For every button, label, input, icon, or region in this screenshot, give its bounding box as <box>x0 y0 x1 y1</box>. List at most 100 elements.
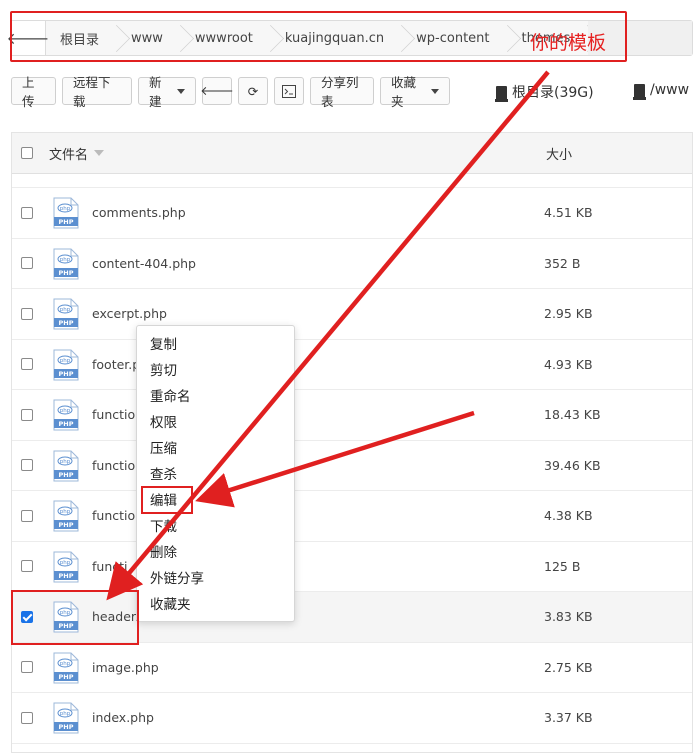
row-checkbox[interactable] <box>21 711 33 724</box>
column-header-size[interactable]: 大小 <box>546 144 572 163</box>
file-size: 4.93 KB <box>544 356 593 372</box>
php-file-icon: php PHP <box>53 349 79 380</box>
disk-icon <box>633 83 646 100</box>
table-row[interactable]: php PHP function 18.43 KB <box>12 390 692 441</box>
file-icon-text-bottom: PHP <box>59 673 74 681</box>
file-icon-text-top: php <box>60 711 71 717</box>
context-menu-item-compress[interactable]: 压缩 <box>137 436 294 462</box>
file-size: 4.51 KB <box>544 205 593 221</box>
file-icon-text-top: php <box>60 661 71 667</box>
file-icon-text-bottom: PHP <box>59 370 74 378</box>
table-row[interactable]: php PHP content-404.php 352 B <box>12 239 692 289</box>
caret-down-icon <box>177 88 185 94</box>
disk-root[interactable]: 根目录(39G) <box>495 82 594 102</box>
table-row[interactable]: php PHP footer.p 4.93 KB <box>12 340 692 390</box>
disk-label: 根目录(39G) <box>512 85 594 101</box>
context-menu-item-permissions[interactable]: 权限 <box>137 410 294 436</box>
terminal-icon[interactable] <box>274 77 304 105</box>
row-checkbox[interactable] <box>21 307 33 320</box>
file-size: 2.75 KB <box>544 659 593 675</box>
table-body: php PHP comments.php 4.51 KB php PHP content-4… <box>12 188 692 744</box>
php-file-icon: php PHP <box>53 450 79 481</box>
php-file-icon: php PHP <box>53 248 79 279</box>
file-icon-text-top: php <box>60 509 71 515</box>
context-menu-item-favorites[interactable]: 收藏夹 <box>137 592 294 618</box>
select-all-checkbox[interactable] <box>21 147 33 159</box>
row-checkbox[interactable] <box>21 206 33 219</box>
annotation-highlight-edit <box>141 486 193 514</box>
back-arrow-icon[interactable]: 🡐 <box>200 77 234 105</box>
sort-down-icon <box>94 150 105 156</box>
file-name[interactable]: comments.php <box>92 205 186 220</box>
remote-download-button[interactable]: 远程下载 <box>62 75 132 109</box>
file-icon-text-top: php <box>60 358 71 364</box>
context-menu-item-delete[interactable]: 删除 <box>137 540 294 566</box>
php-file-icon: php PHP <box>53 702 79 734</box>
row-checkbox[interactable] <box>21 509 33 522</box>
context-menu-item-cut[interactable]: 剪切 <box>137 358 294 384</box>
file-name[interactable]: functi <box>92 559 128 574</box>
table-row[interactable]: php PHP excerpt.php 2.95 KB <box>12 289 692 340</box>
php-file-icon: php PHP <box>53 500 79 532</box>
share-list-button[interactable]: 分享列表 <box>310 75 374 109</box>
file-table: 文件名 大小 php PHP comments.php 4.51 KB php PHP co… <box>11 132 693 753</box>
file-size: 2.95 KB <box>544 306 593 322</box>
column-header-name[interactable]: 文件名 <box>49 144 105 163</box>
php-file-icon: php PHP <box>53 399 79 431</box>
file-name[interactable]: index.php <box>92 710 154 725</box>
file-name[interactable]: image.php <box>92 660 159 675</box>
file-icon-text-bottom: PHP <box>59 521 74 529</box>
table-row[interactable]: php PHP functi 125 B <box>12 542 692 592</box>
file-icon-text-top: php <box>60 560 71 566</box>
context-menu-item-external-share[interactable]: 外链分享 <box>137 566 294 592</box>
file-size: 352 B <box>544 255 581 271</box>
file-size: 4.38 KB <box>544 508 593 524</box>
file-size: 3.37 KB <box>544 710 593 726</box>
context-menu-item-rename[interactable]: 重命名 <box>137 384 294 410</box>
file-icon-text-top: php <box>60 206 71 212</box>
disk-www[interactable]: /www <box>633 82 689 100</box>
context-menu: 复制 剪切 重命名 权限 压缩 查杀 编辑 下载 删除 外链分享 收藏夹 <box>136 325 295 622</box>
table-row[interactable]: php PHP comments.php 4.51 KB <box>12 188 692 239</box>
file-icon-text-top: php <box>60 307 71 313</box>
row-checkbox[interactable] <box>21 257 33 270</box>
file-name[interactable]: excerpt.php <box>92 306 167 321</box>
annotation-highlight-row <box>11 590 139 645</box>
table-row[interactable]: php PHP index.php 3.37 KB <box>12 693 692 744</box>
file-size: 3.83 KB <box>544 609 593 625</box>
row-checkbox[interactable] <box>21 661 33 674</box>
table-header: 文件名 大小 <box>12 133 692 174</box>
context-menu-item-scan[interactable]: 查杀 <box>137 462 294 488</box>
favorites-dropdown-button[interactable]: 收藏夹 <box>380 75 450 109</box>
file-name[interactable]: footer.p <box>92 357 140 372</box>
table-row[interactable]: php PHP image.php 2.75 KB <box>12 643 692 693</box>
row-checkbox[interactable] <box>21 459 33 472</box>
file-size: 18.43 KB <box>544 407 601 423</box>
table-row[interactable]: php PHP function 39.46 KB <box>12 441 692 491</box>
context-menu-item-copy[interactable]: 复制 <box>137 332 294 358</box>
annotation-label: 你的模板 <box>530 32 607 54</box>
file-icon-text-bottom: PHP <box>59 319 74 327</box>
table-row[interactable]: php PHP function 4.38 KB <box>12 491 692 542</box>
new-dropdown-button[interactable]: 新建 <box>138 75 196 109</box>
toolbar: 上传 远程下载 新建 🡐 ⟳ 分享列表 收藏夹 <box>11 75 450 109</box>
row-checkbox[interactable] <box>21 408 33 421</box>
new-button-label: 新建 <box>149 75 162 109</box>
file-size: 39.46 KB <box>544 457 601 473</box>
file-icon-text-bottom: PHP <box>59 723 74 731</box>
file-icon-text-bottom: PHP <box>59 471 74 479</box>
file-icon-text-top: php <box>60 408 71 414</box>
row-checkbox[interactable] <box>21 358 33 371</box>
caret-down-icon <box>431 88 439 94</box>
file-icon-text-top: php <box>60 257 71 263</box>
row-checkbox[interactable] <box>21 560 33 573</box>
context-menu-item-download[interactable]: 下载 <box>137 514 294 540</box>
column-header-name-label: 文件名 <box>49 147 89 163</box>
file-icon-text-bottom: PHP <box>59 269 74 277</box>
php-file-icon: php PHP <box>53 197 79 229</box>
refresh-icon[interactable]: ⟳ <box>238 77 268 105</box>
php-file-icon: php PHP <box>53 298 79 330</box>
file-size: 125 B <box>544 558 581 574</box>
upload-button[interactable]: 上传 <box>11 75 56 109</box>
file-name[interactable]: content-404.php <box>92 256 196 271</box>
